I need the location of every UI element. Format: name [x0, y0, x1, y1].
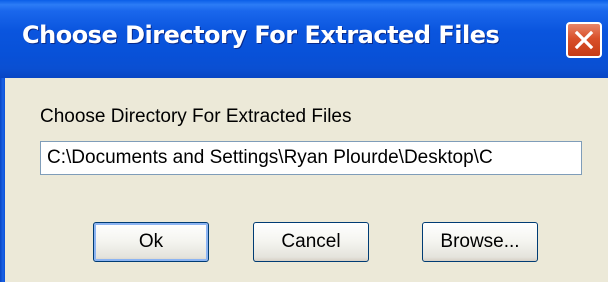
title-bar[interactable]: Choose Directory For Extracted Files — [0, 0, 608, 78]
dialog-window: Choose Directory For Extracted Files Cho… — [0, 0, 608, 282]
window-border-left — [0, 78, 5, 282]
cancel-button[interactable]: Cancel — [253, 222, 369, 262]
directory-label: Choose Directory For Extracted Files — [40, 106, 352, 127]
window-title: Choose Directory For Extracted Files — [22, 21, 500, 49]
close-icon — [574, 30, 594, 50]
browse-button[interactable]: Browse... — [422, 222, 538, 262]
ok-button[interactable]: Ok — [93, 222, 209, 262]
directory-path-input[interactable] — [40, 141, 582, 175]
close-button[interactable] — [566, 22, 602, 58]
